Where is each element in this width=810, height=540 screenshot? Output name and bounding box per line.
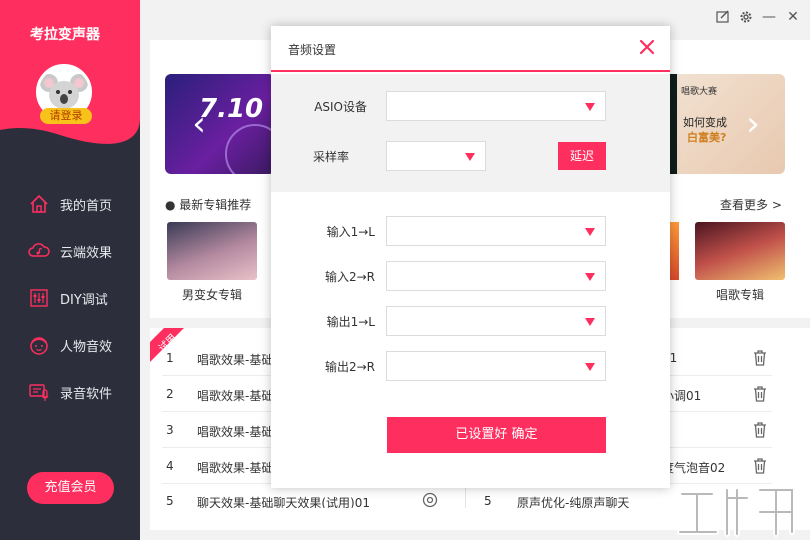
equalizer-icon (30, 289, 48, 307)
row-title-right: 原声优化-纯原声聊天 (517, 496, 630, 508)
cloud-music-icon (28, 243, 50, 257)
input1-label: 输入1→L (326, 225, 375, 239)
album-card[interactable]: 唱歌专辑 (695, 222, 785, 303)
chevron-down-icon (585, 363, 595, 371)
close-icon[interactable] (638, 38, 656, 56)
sidebar-item-recording[interactable]: 录音软件 (28, 380, 138, 404)
dialog-header: 音频设置 (271, 26, 670, 72)
trash-icon[interactable] (752, 457, 768, 475)
login-badge[interactable]: 请登录 (40, 108, 92, 124)
row-title-left: 唱歌效果-基础 (197, 425, 274, 439)
latency-button[interactable]: 延迟 (558, 142, 606, 170)
row-number: 1 (166, 351, 174, 365)
input2-label: 输入2→R (324, 270, 375, 284)
trash-icon[interactable] (752, 421, 768, 439)
chevron-down-icon (585, 273, 595, 281)
chevron-down-icon (465, 153, 475, 161)
dialog-title: 音频设置 (288, 43, 337, 57)
album-card[interactable]: 男变女专辑 (167, 222, 257, 303)
output1-label: 输出1→L (326, 315, 375, 329)
sidebar-item-cloud[interactable]: 云端效果 (28, 239, 138, 263)
sidebar-item-home[interactable]: 我的首页 (28, 192, 138, 216)
sidebar-item-label: DIY调试 (60, 292, 108, 308)
row-title-left: 唱歌效果-基础 (197, 353, 274, 367)
row-title-left: 唱歌效果-基础 (197, 389, 274, 403)
character-face-icon (30, 337, 48, 355)
section-title: ● 最新专辑推荐 (165, 198, 252, 212)
output2-select[interactable] (386, 351, 606, 381)
home-icon (30, 194, 48, 213)
device-settings-section: ASIO设备 采样率 (271, 74, 670, 192)
chevron-down-icon (585, 103, 595, 111)
input1-select[interactable] (386, 216, 606, 246)
row-number-right: 5 (484, 494, 492, 508)
sample-rate-select[interactable] (386, 141, 486, 171)
close-icon[interactable]: ✕ (784, 8, 802, 26)
confirm-button[interactable]: 已设置好 确定 (387, 417, 606, 453)
output2-label: 输出2→R (324, 360, 375, 374)
row-number: 3 (166, 423, 174, 437)
banner-next-button[interactable]: › (738, 104, 768, 144)
mic-icon[interactable] (422, 492, 438, 508)
banner-left[interactable]: 7.10 (165, 74, 275, 174)
asio-label: ASIO设备 (314, 100, 367, 114)
sidebar-item-character[interactable]: 人物音效 (28, 333, 138, 357)
trash-icon[interactable] (752, 385, 768, 403)
trash-icon[interactable] (752, 349, 768, 367)
sidebar-item-label: 录音软件 (60, 386, 113, 402)
sidebar-item-label: 我的首页 (60, 198, 113, 214)
chevron-down-icon (585, 318, 595, 326)
recording-software-icon (29, 384, 49, 401)
banner-right-line1: 如何变成 (683, 116, 727, 129)
sidebar: 考拉变声器 请登录 我的首页 云端效果 DIY调试 人物音效 录音软件 充值会员 (0, 0, 140, 540)
banner-right-top: 唱歌大赛 (681, 87, 718, 97)
audio-settings-dialog: 音频设置 ASIO设备 采样率 延迟 输入1→L 输入2→R 输出1→L 输出2… (271, 26, 670, 488)
feedback-icon[interactable] (714, 8, 732, 26)
chevron-down-icon (585, 228, 595, 236)
banner-right-line2: 白富美? (687, 131, 727, 144)
album-caption: 男变女专辑 (181, 288, 242, 302)
row-number: 2 (166, 387, 174, 401)
album-caption: 唱歌专辑 (715, 288, 764, 302)
row-number: 4 (166, 459, 174, 473)
row-title-left: 聊天效果-基础聊天效果(试用)01 (197, 496, 370, 508)
minimize-icon[interactable]: — (760, 8, 778, 26)
sidebar-item-diy[interactable]: DIY调试 (28, 286, 138, 310)
gear-icon[interactable] (737, 8, 755, 26)
sidebar-item-label: 人物音效 (60, 339, 113, 355)
see-more-link[interactable]: 查看更多 > (720, 196, 782, 213)
row-title-right: 度气泡音02 (662, 461, 726, 475)
row-number: 5 (166, 494, 174, 508)
sidebar-item-label: 云端效果 (60, 245, 113, 261)
asio-device-select[interactable] (386, 91, 606, 121)
album-thumbnail (167, 222, 257, 280)
banner-prev-button[interactable]: ‹ (184, 104, 214, 144)
site-watermark (677, 487, 795, 537)
recharge-button[interactable]: 充值会员 (27, 472, 114, 504)
album-thumbnail (695, 222, 785, 280)
row-title-left: 唱歌效果-基础 (197, 461, 274, 475)
input2-select[interactable] (386, 261, 606, 291)
banner-decoration (225, 124, 275, 174)
output1-select[interactable] (386, 306, 606, 336)
sample-rate-label: 采样率 (312, 150, 349, 164)
app-title: 考拉变声器 (30, 27, 100, 43)
